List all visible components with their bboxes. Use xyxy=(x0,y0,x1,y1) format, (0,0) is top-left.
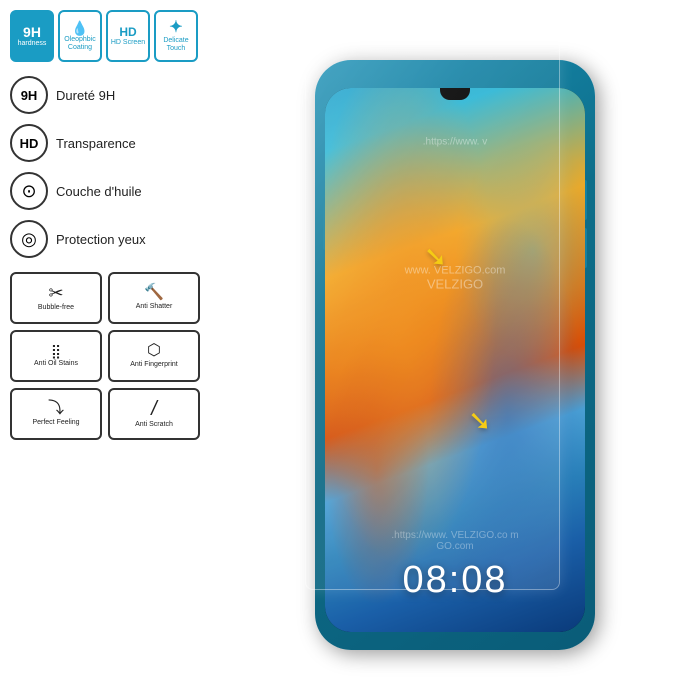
feature-row-eye: ◎ Protection yeux xyxy=(10,216,200,262)
delicate-label: DelicateTouch xyxy=(163,37,188,52)
hd-text: Transparence xyxy=(56,136,136,151)
anti-oil-label: Anti Oil Stains xyxy=(34,360,78,368)
left-panel: 9H hardness 💧 OleophbicCoating HD HD Scr… xyxy=(0,0,210,700)
anti-oil-box: ⣿ Anti Oil Stains xyxy=(10,330,102,382)
feature-row-hardness: 9H Dureté 9H xyxy=(10,72,200,118)
perfect-feeling-box: ⤵ Perfect Feeling xyxy=(10,388,102,440)
oil-icon: ⊙ xyxy=(10,172,48,210)
anti-shatter-icon: 🔨 xyxy=(144,285,164,301)
hd-label: HD Screen xyxy=(111,39,145,47)
hardness-label: hardness xyxy=(18,40,47,48)
anti-shatter-label: Anti Shatter xyxy=(136,303,173,311)
phone-wrapper: .https://www. v www. VELZIGO.com VELZIGO… xyxy=(300,50,610,670)
glass-reflection xyxy=(306,36,559,589)
hardness-symbol: 9H xyxy=(23,25,41,39)
top-icons-row: 9H hardness 💧 OleophbicCoating HD HD Scr… xyxy=(10,10,200,62)
oil-text: Couche d'huile xyxy=(56,184,142,199)
perfect-feeling-icon: ⤵ xyxy=(48,401,64,417)
feature-row-oil: ⊙ Couche d'huile xyxy=(10,168,200,214)
hd-screen-icon-box: HD HD Screen xyxy=(106,10,150,62)
delicate-icon-box: ✦ DelicateTouch xyxy=(154,10,198,62)
bubble-free-box: ✂ Bubble-free xyxy=(10,272,102,324)
glass-protector xyxy=(305,35,560,590)
right-panel: .https://www. v www. VELZIGO.com VELZIGO… xyxy=(210,0,700,700)
hardness-9h-text: Dureté 9H xyxy=(56,88,115,103)
anti-scratch-box: / Anti Scratch xyxy=(108,388,200,440)
hardness-9h-icon: 9H xyxy=(10,76,48,114)
bottom-icons-grid: ✂ Bubble-free 🔨 Anti Shatter ⣿ Anti Oil … xyxy=(10,272,200,440)
anti-fingerprint-box: ⬡ Anti Fingerprint xyxy=(108,330,200,382)
hd-transparence-icon: HD xyxy=(10,124,48,162)
hd-symbol: HD xyxy=(119,26,136,38)
main-container: 9H hardness 💧 OleophbicCoating HD HD Scr… xyxy=(0,0,700,700)
anti-fingerprint-icon: ⬡ xyxy=(147,343,161,359)
bubble-free-icon: ✂ xyxy=(48,284,63,302)
eye-protection-text: Protection yeux xyxy=(56,232,146,247)
bubble-free-label: Bubble-free xyxy=(38,304,74,312)
feature-row-hd: HD Transparence xyxy=(10,120,200,166)
anti-scratch-label: Anti Scratch xyxy=(135,421,173,429)
oleophobic-icon-box: 💧 OleophbicCoating xyxy=(58,10,102,62)
anti-fingerprint-label: Anti Fingerprint xyxy=(130,361,177,369)
oleophobic-symbol: 💧 xyxy=(71,21,88,35)
anti-oil-icon: ⣿ xyxy=(51,344,61,358)
eye-protection-icon: ◎ xyxy=(10,220,48,258)
anti-shatter-box: 🔨 Anti Shatter xyxy=(108,272,200,324)
delicate-symbol: ✦ xyxy=(169,20,182,36)
hardness-icon-box: 9H hardness xyxy=(10,10,54,62)
anti-scratch-icon: / xyxy=(151,399,157,419)
perfect-feeling-label: Perfect Feeling xyxy=(32,419,79,427)
oleophobic-label: OleophbicCoating xyxy=(64,36,96,51)
